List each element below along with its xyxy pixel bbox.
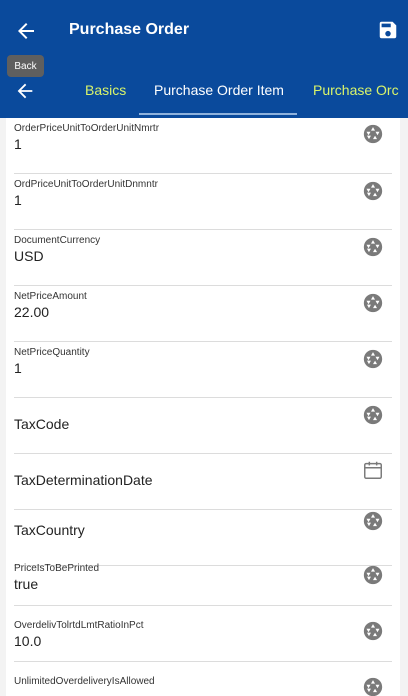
tab-back-arrow-icon[interactable] (14, 80, 36, 102)
field-label: PriceIsToBePrinted (14, 563, 100, 574)
active-tab-indicator (139, 113, 297, 115)
field-label: TaxDeterminationDate (14, 472, 153, 488)
field-row-ord-price-unit-dnmntr[interactable]: OrdPriceUnitToOrderUnitDnmntr 1 (14, 174, 392, 230)
field-row-net-price-quantity[interactable]: NetPriceQuantity 1 (14, 342, 392, 398)
field-label: OrdPriceUnitToOrderUnitDnmntr (14, 179, 158, 190)
field-row-tax-determination-date[interactable]: TaxDeterminationDate (14, 454, 392, 510)
aperture-icon[interactable] (362, 292, 384, 314)
tab-basics[interactable]: Basics (85, 82, 126, 98)
aperture-icon[interactable] (362, 620, 384, 642)
aperture-icon[interactable] (362, 348, 384, 370)
aperture-icon[interactable] (362, 123, 384, 145)
content-area: OrderPriceUnitToOrderUnitNmrtr 1 OrdPric… (0, 118, 408, 696)
field-value: true (14, 576, 39, 592)
field-label: TaxCode (14, 416, 70, 432)
save-icon[interactable] (377, 19, 399, 41)
aperture-icon[interactable] (362, 676, 384, 696)
tab-bar: Basics Purchase Order Item Purchase Orc (0, 62, 408, 118)
field-value: 10.0 (14, 633, 42, 649)
field-row-document-currency[interactable]: DocumentCurrency USD (14, 230, 392, 286)
field-row-order-price-unit-nmrtr[interactable]: OrderPriceUnitToOrderUnitNmrtr 1 (14, 118, 392, 174)
field-label: OrderPriceUnitToOrderUnitNmrtr (14, 123, 160, 134)
field-label: DocumentCurrency (14, 235, 101, 246)
field-label: OverdelivTolrtdLmtRatioInPct (14, 620, 144, 631)
tab-purchase-order[interactable]: Purchase Orc (313, 82, 399, 98)
field-value: USD (14, 248, 44, 264)
field-label: NetPriceAmount (14, 291, 87, 302)
back-tooltip: Back (7, 55, 44, 77)
field-label: UnlimitedOverdeliveryIsAllowed (14, 676, 155, 687)
field-list: OrderPriceUnitToOrderUnitNmrtr 1 OrdPric… (6, 118, 400, 696)
field-label: NetPriceQuantity (14, 347, 90, 358)
field-value: 1 (14, 136, 22, 152)
field-row-price-is-to-be-printed[interactable]: PriceIsToBePrinted true (14, 550, 392, 606)
aperture-icon[interactable] (362, 510, 384, 532)
app-bar: Purchase Order (0, 0, 408, 62)
tab-purchase-order-item[interactable]: Purchase Order Item (154, 82, 284, 98)
aperture-icon[interactable] (362, 404, 384, 426)
field-row-net-price-amount[interactable]: NetPriceAmount 22.00 (14, 286, 392, 342)
aperture-icon[interactable] (362, 236, 384, 258)
field-row-tax-code[interactable]: TaxCode (14, 398, 392, 454)
field-value: 1 (14, 192, 22, 208)
page-title: Purchase Order (69, 21, 190, 38)
aperture-icon[interactable] (362, 180, 384, 202)
field-label: TaxCountry (14, 522, 85, 538)
field-row-unlimited-overdelivery[interactable]: UnlimitedOverdeliveryIsAllowed (14, 662, 392, 696)
back-arrow-icon[interactable] (14, 19, 38, 43)
aperture-icon[interactable] (362, 564, 384, 586)
field-value: 1 (14, 360, 22, 376)
calendar-icon[interactable] (362, 459, 384, 481)
field-row-overdeliv-tolrtd-lmt[interactable]: OverdelivTolrtdLmtRatioInPct 10.0 (14, 606, 392, 662)
field-value: 22.00 (14, 304, 50, 320)
